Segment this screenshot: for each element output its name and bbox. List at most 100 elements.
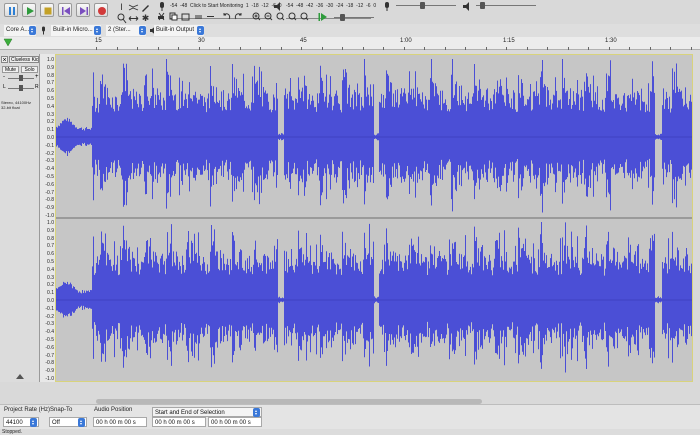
gain-minus-label: - [3, 74, 5, 80]
selection-start-field[interactable]: 00 h 00 m 00 s [152, 417, 206, 427]
scale-label: -0.7 [45, 352, 54, 359]
play-icon [27, 7, 34, 15]
gain-plus-label: + [35, 74, 39, 80]
cut-icon[interactable] [157, 12, 166, 21]
scale-label: 0.7 [47, 243, 54, 250]
stop-icon [44, 7, 52, 15]
solo-button[interactable]: Solo [21, 66, 38, 73]
playback-device-select[interactable]: Built-in Output [154, 25, 204, 36]
ruler-tick [178, 47, 179, 50]
ruler-tick [465, 47, 466, 50]
ruler-tick [240, 47, 241, 50]
scale-label: 0.1 [47, 127, 54, 134]
scale-label: -0.8 [45, 197, 54, 204]
dropdown-arrow-icon [78, 418, 85, 427]
fit-project-icon[interactable] [288, 12, 297, 21]
scale-label: 0.6 [47, 251, 54, 258]
scale-label: -0.6 [45, 344, 54, 351]
click-to-start-monitoring[interactable]: Click to Start Monitoring [190, 3, 243, 9]
recording-volume-slider[interactable] [396, 5, 456, 6]
track-name-menu[interactable]: Clueless Kid▾ [9, 56, 39, 63]
scale-label: 0.7 [47, 80, 54, 87]
envelope-tool[interactable] [128, 2, 139, 13]
project-rate-select[interactable]: 44100 [3, 417, 39, 427]
pin-playhead-icon[interactable] [3, 38, 13, 47]
paste-icon[interactable] [181, 12, 190, 21]
silence-icon[interactable] [206, 12, 215, 21]
recording-meter-scale[interactable]: -54 -48 Click to Start Monitoring 1 -18 … [170, 3, 282, 9]
microphone-icon [42, 26, 45, 35]
redo-icon[interactable] [234, 12, 243, 21]
play-speed-handle[interactable] [340, 14, 345, 21]
snap-to-select[interactable]: Off [49, 417, 87, 427]
timeline-ruler[interactable]: 15 30 45 1:00 1:15 1:30 [0, 37, 700, 50]
stop-button[interactable] [40, 3, 54, 17]
scale-label: 0.0 [47, 135, 54, 141]
zoom-in-icon[interactable] [252, 12, 261, 21]
zoom-out-icon[interactable] [264, 12, 273, 21]
zoom-tool[interactable] [116, 13, 127, 24]
ruler-tick [670, 47, 671, 50]
waveform-area[interactable] [55, 54, 693, 382]
selection-mode-select[interactable]: Start and End of Selection [152, 407, 262, 417]
left-channel-waveform [56, 59, 692, 213]
ruler-tick [301, 47, 302, 50]
meter-tick: -18 [251, 3, 259, 9]
audio-position-value: 00 h 00 m 00 s [96, 420, 136, 426]
recording-channels-value: 2 (Ster... [108, 27, 131, 33]
close-track-button[interactable]: × [1, 56, 8, 64]
audio-host-value: Core A... [6, 27, 30, 33]
collapse-track-icon[interactable] [16, 374, 24, 379]
ruler-tick [568, 47, 569, 50]
audio-position-label: Audio Position [94, 407, 133, 413]
recording-channels-select[interactable]: 2 (Ster... [106, 25, 146, 36]
meter-tick: 0 [373, 3, 377, 9]
ruler-tick [383, 47, 384, 50]
play-button[interactable] [22, 3, 36, 17]
skip-start-icon [62, 7, 70, 15]
meter-tick: -42 [306, 3, 314, 9]
multi-tool[interactable]: ✱ [140, 13, 151, 24]
scale-label: -0.6 [45, 181, 54, 188]
scale-label: 0.9 [47, 64, 54, 71]
trim-icon[interactable] [194, 12, 203, 21]
copy-icon[interactable] [169, 12, 178, 21]
selection-end-field[interactable]: 00 h 00 m 00 s [208, 417, 262, 427]
ruler-label: 1:30 [605, 38, 617, 44]
recording-device-value: Built-in Micro... [53, 27, 93, 33]
scale-label: 0.9 [47, 227, 54, 234]
selection-mode-value: Start and End of Selection [155, 410, 225, 416]
ruler-tick [137, 47, 138, 50]
time-shift-tool[interactable] [128, 13, 139, 24]
playback-volume-slider[interactable] [476, 5, 536, 6]
undo-icon[interactable] [222, 12, 231, 21]
scale-label: -0.3 [45, 158, 54, 165]
skip-to-end-button[interactable] [76, 3, 90, 17]
fit-selection-icon[interactable] [276, 12, 285, 21]
ruler-tick [424, 47, 425, 50]
recording-volume-handle[interactable] [420, 2, 425, 9]
skip-to-start-button[interactable] [58, 3, 72, 17]
play-at-speed-icon[interactable] [318, 12, 328, 22]
snap-to-label: Snap-To [50, 407, 73, 413]
record-button[interactable] [94, 3, 108, 17]
selection-tool[interactable]: I [116, 2, 127, 13]
ruler-tick [588, 47, 589, 50]
scale-label: 0.2 [47, 282, 54, 289]
meter-tick: -54 [170, 3, 178, 9]
audio-host-select[interactable]: Core A... [4, 25, 36, 36]
ruler-tick [404, 47, 405, 50]
audio-position-field[interactable]: 00 h 00 m 00 s [93, 417, 147, 427]
scale-label: 0.5 [47, 259, 54, 265]
playback-volume-handle[interactable] [480, 2, 485, 9]
gain-slider-handle[interactable] [19, 75, 23, 81]
meter-tick: -36 [316, 3, 324, 9]
pan-slider-handle[interactable] [19, 85, 23, 91]
pause-button[interactable] [4, 3, 18, 17]
draw-tool[interactable] [140, 2, 151, 13]
zoom-toggle-icon[interactable] [300, 12, 309, 21]
mute-button[interactable]: Mute [2, 66, 19, 73]
recording-device-select[interactable]: Built-in Micro... [51, 25, 101, 36]
solo-label: Solo [24, 67, 35, 73]
playback-meter-scale[interactable]: -54 -48 -42 -36 -30 -24 -18 -12 -6 0 [286, 3, 376, 9]
